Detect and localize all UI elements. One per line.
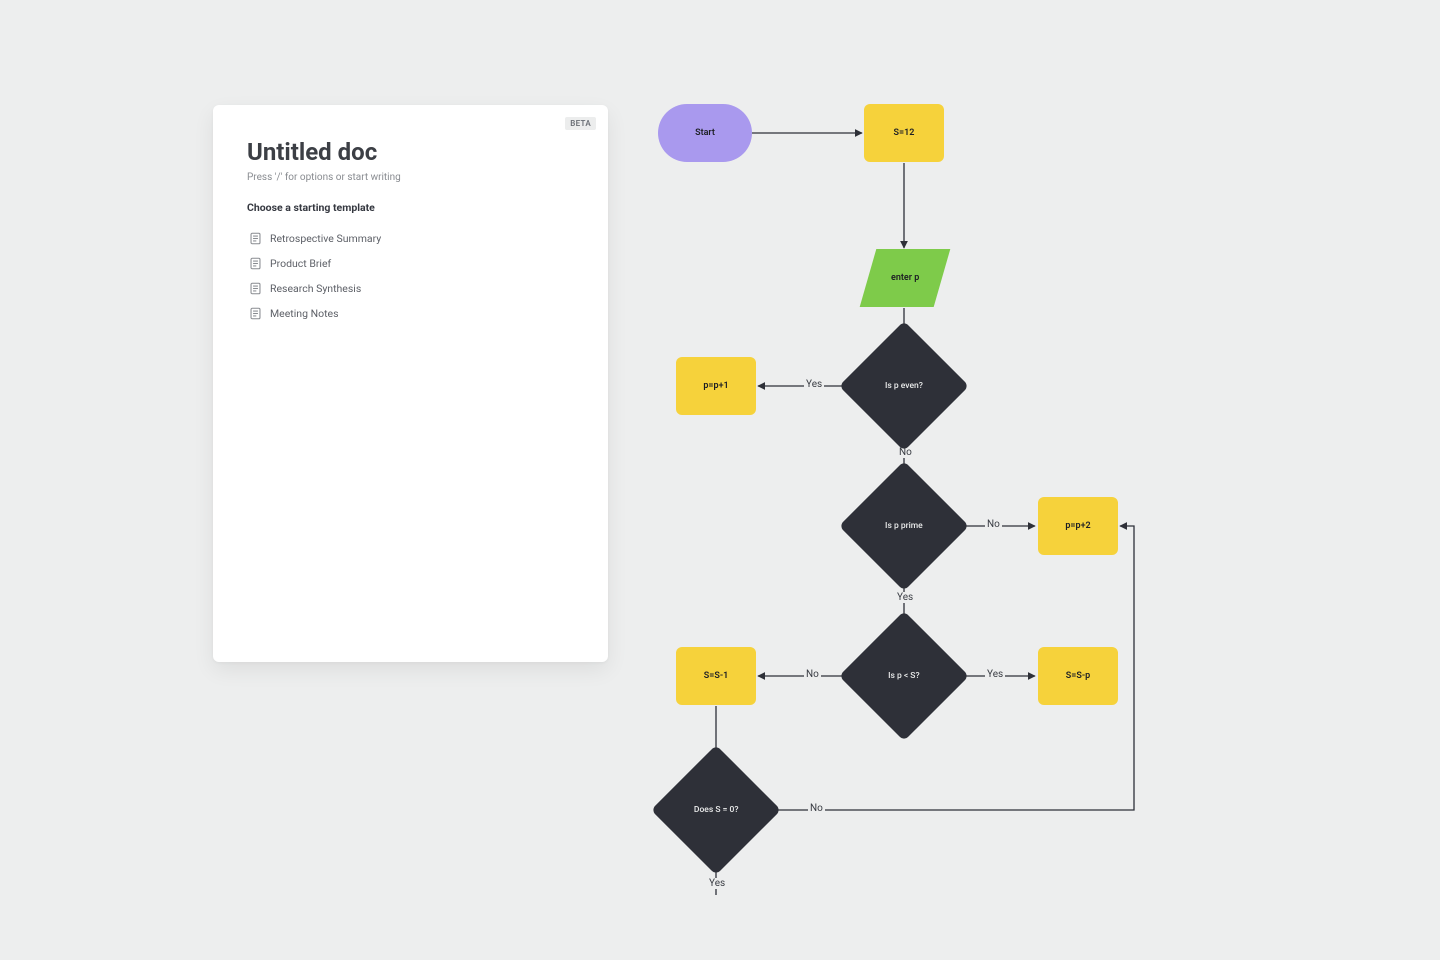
- flowchart-canvas[interactable]: Yes No No Yes No Yes No Yes Start S=12 e…: [650, 90, 1170, 920]
- flow-node-p-plus-2[interactable]: p=p+2: [1038, 497, 1118, 555]
- flow-node-is-p-prime[interactable]: Is p prime: [839, 461, 969, 591]
- flow-node-s-init[interactable]: S=12: [864, 104, 944, 162]
- flow-node-start[interactable]: Start: [658, 104, 752, 162]
- template-item[interactable]: Research Synthesis: [247, 276, 574, 301]
- flow-node-does-s-eq-0[interactable]: Does S = 0?: [651, 745, 781, 875]
- edge-label-yes: Yes: [707, 878, 727, 889]
- flow-node-s-minus-p[interactable]: S=S-p: [1038, 647, 1118, 705]
- new-doc-card: BETA Untitled doc Press '/' for options …: [213, 105, 608, 662]
- edge-label-yes: Yes: [895, 592, 915, 603]
- edge-label-yes: Yes: [985, 669, 1005, 680]
- template-item-label: Research Synthesis: [270, 282, 361, 295]
- doc-title[interactable]: Untitled doc: [247, 138, 574, 166]
- flow-node-enter-p[interactable]: enter p: [860, 249, 951, 307]
- edge-label-no: No: [985, 519, 1002, 530]
- template-item-label: Retrospective Summary: [270, 232, 381, 245]
- doc-icon: [249, 257, 262, 270]
- template-section-heading: Choose a starting template: [247, 201, 574, 214]
- template-item[interactable]: Product Brief: [247, 251, 574, 276]
- edge-label-no: No: [804, 669, 821, 680]
- beta-badge: BETA: [565, 117, 596, 130]
- template-item[interactable]: Retrospective Summary: [247, 226, 574, 251]
- flow-node-is-p-lt-s[interactable]: Is p < S?: [839, 611, 969, 741]
- template-list: Retrospective Summary Product Brief: [247, 226, 574, 326]
- template-item[interactable]: Meeting Notes: [247, 301, 574, 326]
- edge-label-yes: Yes: [804, 379, 824, 390]
- flow-node-is-p-even[interactable]: Is p even?: [839, 321, 969, 451]
- template-item-label: Product Brief: [270, 257, 331, 270]
- flow-node-s-minus-1[interactable]: S=S-1: [676, 647, 756, 705]
- doc-icon: [249, 282, 262, 295]
- doc-icon: [249, 307, 262, 320]
- flow-node-p-plus-1[interactable]: p=p+1: [676, 357, 756, 415]
- doc-icon: [249, 232, 262, 245]
- template-item-label: Meeting Notes: [270, 307, 339, 320]
- doc-hint: Press '/' for options or start writing: [247, 172, 574, 183]
- edge-label-no: No: [808, 803, 825, 814]
